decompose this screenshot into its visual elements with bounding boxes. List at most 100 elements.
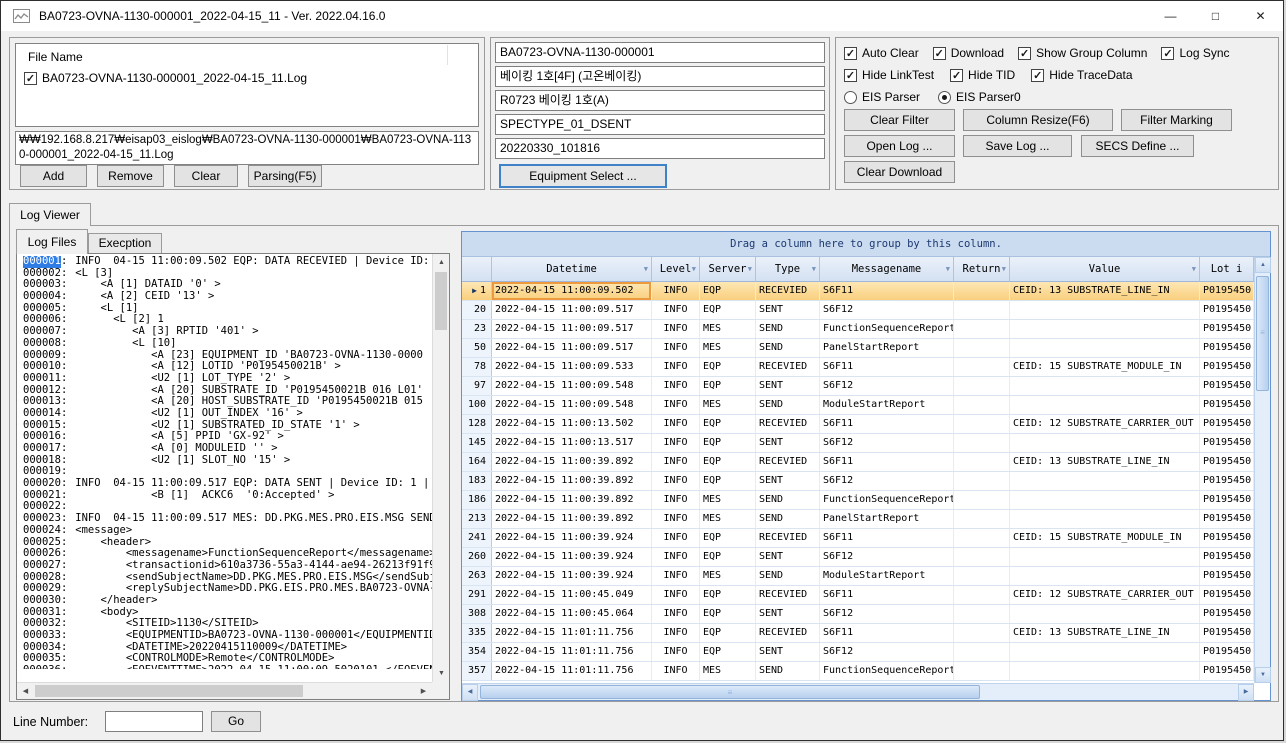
grid-row[interactable]: 3082022-04-15 11:00:45.064INFOEQPSENTS6F… — [462, 605, 1254, 624]
cell-value[interactable] — [1010, 491, 1200, 509]
clear-download-button[interactable]: Clear Download — [844, 161, 955, 183]
grid-row[interactable]: 2912022-04-15 11:00:45.049INFOEQPRECEVIE… — [462, 586, 1254, 605]
checkbox-hide-linktest[interactable]: ✓Hide LinkTest — [844, 68, 934, 82]
cell-lot[interactable]: P0195450 — [1200, 548, 1254, 566]
cell-level[interactable]: INFO — [652, 434, 700, 452]
cell-type[interactable]: SEND — [756, 491, 820, 509]
cell-lot[interactable]: P0195450 — [1200, 472, 1254, 490]
scroll-left-icon[interactable]: ◀ — [462, 684, 478, 701]
row-indicator-cell[interactable]: 354 — [462, 643, 492, 661]
cell-value[interactable] — [1010, 377, 1200, 395]
cell-datetime[interactable]: 2022-04-15 11:00:09.517 — [492, 339, 652, 357]
tab-log-files[interactable]: Log Files — [16, 229, 88, 254]
cell-type[interactable]: SENT — [756, 605, 820, 623]
scroll-left-icon[interactable]: ◀ — [17, 683, 34, 700]
cell-value[interactable] — [1010, 472, 1200, 490]
checkbox-icon[interactable]: ✓ — [1031, 69, 1044, 82]
cell-value[interactable]: CEID: 13 SUBSTRATE_LINE_IN — [1010, 282, 1200, 300]
open-log-button[interactable]: Open Log ... — [844, 135, 955, 157]
cell-level[interactable]: INFO — [652, 320, 700, 338]
row-indicator-cell[interactable]: 357 — [462, 662, 492, 680]
cell-lot[interactable]: P0195450 — [1200, 358, 1254, 376]
checkbox-auto-clear[interactable]: ✓Auto Clear — [844, 46, 919, 60]
cell-server[interactable]: EQP — [700, 415, 756, 433]
cell-datetime[interactable]: 2022-04-15 11:00:09.502 — [492, 282, 652, 300]
cell-value[interactable] — [1010, 434, 1200, 452]
row-indicator-cell[interactable]: 128 — [462, 415, 492, 433]
row-indicator-cell[interactable]: 335 — [462, 624, 492, 642]
cell-datetime[interactable]: 2022-04-15 11:00:45.049 — [492, 586, 652, 604]
column-resize-button[interactable]: Column Resize(F6) — [963, 109, 1113, 131]
cell-lot[interactable]: P0195450 — [1200, 453, 1254, 471]
cell-value[interactable] — [1010, 662, 1200, 680]
cell-level[interactable]: INFO — [652, 339, 700, 357]
cell-return[interactable] — [954, 301, 1010, 319]
row-indicator-cell[interactable]: 164 — [462, 453, 492, 471]
row-indicator-cell[interactable]: 260 — [462, 548, 492, 566]
cell-messagename[interactable]: FunctionSequenceReport — [820, 491, 954, 509]
cell-return[interactable] — [954, 396, 1010, 414]
checkbox-icon[interactable]: ✓ — [950, 69, 963, 82]
column-header-lot[interactable]: Lot i — [1200, 257, 1254, 282]
file-path-box[interactable]: ₩₩192.168.8.217₩eisap03_eislog₩BA0723-OV… — [15, 131, 479, 165]
cell-lot[interactable]: P0195450 — [1200, 434, 1254, 452]
cell-return[interactable] — [954, 510, 1010, 528]
tab-exception[interactable]: Execption — [88, 233, 162, 254]
row-indicator-cell[interactable]: 308 — [462, 605, 492, 623]
cell-return[interactable] — [954, 377, 1010, 395]
filter-icon[interactable]: ▼ — [1192, 265, 1196, 273]
log-line[interactable]: 000018: <U2 [1] SLOT_NO '15' > — [17, 455, 432, 467]
grid-row[interactable]: 2632022-04-15 11:00:39.924INFOMESSENDMod… — [462, 567, 1254, 586]
cell-type[interactable]: RECEVIED — [756, 282, 820, 300]
scroll-down-icon[interactable]: ▼ — [1255, 667, 1271, 683]
cell-datetime[interactable]: 2022-04-15 11:00:45.064 — [492, 605, 652, 623]
cell-return[interactable] — [954, 282, 1010, 300]
cell-value[interactable]: CEID: 13 SUBSTRATE_LINE_IN — [1010, 453, 1200, 471]
cell-type[interactable]: SENT — [756, 434, 820, 452]
checkbox-icon[interactable]: ✓ — [24, 72, 37, 85]
cell-lot[interactable]: P0195450 — [1200, 510, 1254, 528]
filter-icon[interactable]: ▼ — [748, 265, 752, 273]
cell-value[interactable]: CEID: 13 SUBSTRATE_LINE_IN — [1010, 624, 1200, 642]
filter-icon[interactable]: ▼ — [644, 265, 648, 273]
row-indicator-cell[interactable]: 263 — [462, 567, 492, 585]
cell-lot[interactable]: P0195450 — [1200, 586, 1254, 604]
row-indicator-cell[interactable]: 50 — [462, 339, 492, 357]
grid-row[interactable]: 972022-04-15 11:00:09.548INFOEQPSENTS6F1… — [462, 377, 1254, 396]
filter-icon[interactable]: ▼ — [812, 265, 816, 273]
log-line[interactable]: 000021: <B [1] ACKC6 '0:Accepted' > — [17, 490, 432, 502]
checkbox-icon[interactable]: ✓ — [1018, 47, 1031, 60]
cell-datetime[interactable]: 2022-04-15 11:00:39.892 — [492, 510, 652, 528]
cell-value[interactable] — [1010, 643, 1200, 661]
cell-type[interactable]: SEND — [756, 339, 820, 357]
secs-define-button[interactable]: SECS Define ... — [1081, 135, 1194, 157]
maximize-button-icon[interactable]: □ — [1193, 1, 1238, 31]
cell-server[interactable]: EQP — [700, 548, 756, 566]
scroll-up-icon[interactable]: ▲ — [1255, 257, 1271, 273]
cell-level[interactable]: INFO — [652, 282, 700, 300]
cell-server[interactable]: MES — [700, 320, 756, 338]
close-button-icon[interactable]: ✕ — [1238, 1, 1283, 31]
scrollbar-thumb[interactable]: ≡ — [1256, 276, 1269, 391]
cell-lot[interactable]: P0195450 — [1200, 320, 1254, 338]
tab-log-viewer[interactable]: Log Viewer — [9, 203, 91, 226]
group-by-panel[interactable]: Drag a column here to group by this colu… — [462, 232, 1270, 257]
grid-row[interactable]: 3572022-04-15 11:01:11.756INFOMESSENDFun… — [462, 662, 1254, 681]
cell-server[interactable]: EQP — [700, 358, 756, 376]
filter-icon[interactable]: ▼ — [692, 265, 696, 273]
cell-return[interactable] — [954, 453, 1010, 471]
log-text-panel[interactable]: 000001:INFO 04-15 11:00:09.502 EQP: DATA… — [16, 253, 450, 700]
cell-type[interactable]: SEND — [756, 567, 820, 585]
scrollbar-thumb[interactable]: ≡ — [480, 685, 980, 699]
timestamp-field[interactable]: 20220330_101816 — [495, 138, 825, 159]
clear-button[interactable]: Clear — [174, 165, 238, 187]
cell-return[interactable] — [954, 491, 1010, 509]
cell-type[interactable]: RECEVIED — [756, 415, 820, 433]
cell-lot[interactable]: P0195450 — [1200, 377, 1254, 395]
cell-level[interactable]: INFO — [652, 643, 700, 661]
cell-level[interactable]: INFO — [652, 662, 700, 680]
cell-lot[interactable]: P0195450 — [1200, 339, 1254, 357]
checkbox-download[interactable]: ✓Download — [933, 46, 1004, 60]
row-indicator-cell[interactable]: 145 — [462, 434, 492, 452]
cell-level[interactable]: INFO — [652, 301, 700, 319]
